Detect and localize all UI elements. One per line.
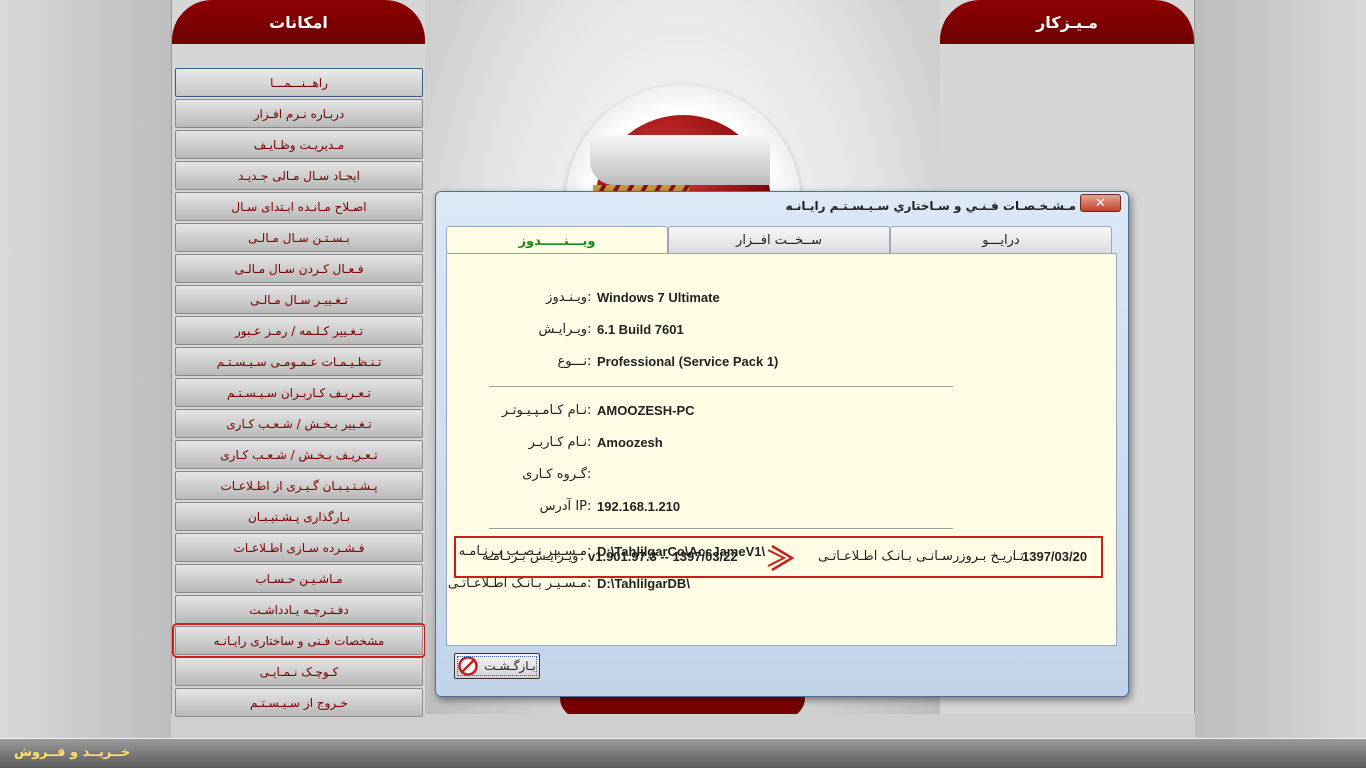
menu-correct-opening-balance[interactable]: اصـلاح مـانـده ابـتدای سـال: [175, 192, 423, 221]
menu-help[interactable]: راهــنـــمـــا: [175, 68, 423, 97]
menu-change-branch[interactable]: تـغـییر بـخـش / شـعـب کـاری: [175, 409, 423, 438]
row-db-path: مـسـیـر بـانـک اطـلاعـاتـی : D:\Tahlilga…: [447, 576, 690, 591]
row-user-name: نـام کـاربـر : Amoozesh: [447, 435, 1118, 453]
tab-drive[interactable]: درایـــو: [890, 226, 1112, 254]
desktop-title: مـیـزکار: [940, 0, 1194, 44]
menu-activate-fiscal-year[interactable]: فـعـال کـردن سـال مـالـی: [175, 254, 423, 283]
facilities-menu: راهــنـــمـــا دربـاره نـرم افـزار مـدیر…: [172, 68, 426, 719]
menu-change-fiscal-year[interactable]: تـغـییـر سـال مـالـی: [175, 285, 423, 314]
menu-new-fiscal-year[interactable]: ایجـاد سـال مـالی جـدیـد: [175, 161, 423, 190]
computer-name-value: AMOOZESH-PC: [597, 403, 695, 418]
tab-strip: ویـــنـــــدوز ســخــت افــزار درایـــو: [446, 226, 1112, 256]
version-info-box: ویـرایـش بـرنـامـه : v1.901.97.3 -- 1397…: [454, 536, 1103, 578]
facilities-panel: امکانات راهــنـــمـــا دربـاره نـرم افـز…: [171, 0, 426, 717]
ip-label: IP آدرس: [539, 499, 587, 514]
row-version: ویـرایـش : 6.1 Build 7601: [447, 322, 1118, 340]
close-button[interactable]: ✕: [1080, 194, 1121, 212]
menu-define-users[interactable]: تـعـریـف کـاربـران سـیـسـتـم: [175, 378, 423, 407]
bottom-bar: خــریــد و فــروش: [0, 738, 1366, 768]
user-name-value: Amoozesh: [597, 435, 663, 450]
menu-notepad[interactable]: دفـتـرچـه یـادداشـت: [175, 595, 423, 624]
menu-minimize[interactable]: کـوچـک نـمـایـی: [175, 657, 423, 686]
module-name: خــریــد و فــروش: [14, 745, 131, 760]
divider: [489, 528, 953, 529]
chevron-right-icon: [767, 544, 795, 572]
menu-compress-data[interactable]: فـشـرده سـازی اطـلاعـات: [175, 533, 423, 562]
type-value: Professional (Service Pack 1): [597, 354, 779, 369]
version-label: ویـرایـش: [538, 322, 588, 337]
db-path-label: مـسـیـر بـانـک اطـلاعـاتـی: [447, 576, 587, 591]
workgroup-label: گـروه کـاری: [522, 467, 587, 482]
menu-exit[interactable]: خـروج از سـیـسـتـم: [175, 688, 423, 717]
system-specs-dialog: مـشـخـصـات فـنـي و سـاختاري سـيـسـتـم را…: [435, 191, 1129, 697]
tab-hardware[interactable]: ســخــت افــزار: [668, 226, 890, 254]
row-windows: ویـنـدوز : Windows 7 Ultimate: [447, 290, 1118, 308]
menu-task-manager[interactable]: مـدیریـت وظـایـف: [175, 130, 423, 159]
tab-windows[interactable]: ویـــنـــــدوز: [446, 226, 668, 256]
windows-value: Windows 7 Ultimate: [597, 290, 720, 305]
background-right: [1195, 0, 1366, 738]
company-logo-bar: [590, 135, 770, 185]
back-button[interactable]: بـازگـشـت: [454, 653, 540, 679]
tab-content-windows: ویـنـدوز : Windows 7 Ultimate ویـرایـش :…: [446, 253, 1117, 646]
app-version-label: ویـرایـش بـرنـامـه: [482, 549, 579, 564]
menu-close-fiscal-year[interactable]: بـسـتـن سـال مـالـی: [175, 223, 423, 252]
app-version-value: v1.901.97.3 -- 1397/03/22: [588, 549, 738, 564]
row-computer-name: نـام کـامـپـیـوتـر : AMOOZESH-PC: [447, 403, 1118, 421]
db-update-label: تـاریـخ بـروزرسـانـی بـانـک اطـلاعـاتـی: [818, 549, 1025, 564]
row-ip: IP آدرس : 192.168.1.210: [447, 499, 1118, 517]
menu-define-branch[interactable]: تـعـریـف بـخـش / شـعـب کـاری: [175, 440, 423, 469]
db-path-value: D:\TahlilgarDB\: [597, 576, 690, 591]
ip-value: 192.168.1.210: [597, 499, 681, 514]
menu-about[interactable]: دربـاره نـرم افـزار: [175, 99, 423, 128]
back-button-label: بـازگـشـت: [484, 659, 536, 673]
menu-backup[interactable]: پـشـتـیـبـان گـیـری از اطـلاعـات: [175, 471, 423, 500]
dialog-title: مـشـخـصـات فـنـي و سـاختاري سـيـسـتـم را…: [785, 199, 1076, 213]
menu-change-password[interactable]: تـغـییر کـلـمه / رمـز عـبور: [175, 316, 423, 345]
no-entry-icon: [458, 656, 478, 676]
row-workgroup: گـروه کـاری :: [447, 467, 1118, 485]
background-left: [0, 0, 171, 738]
user-name-label: نـام کـاربـر: [528, 435, 587, 450]
menu-restore-backup[interactable]: بـارگذاری پـشـتیـبـان: [175, 502, 423, 531]
menu-calculator[interactable]: مـاشـیـن حـسـاب: [175, 564, 423, 593]
type-label: نـــوع: [557, 354, 587, 369]
menu-general-settings[interactable]: تـنـظـیـمـات عـمـومـی سـیـسـتـم: [175, 347, 423, 376]
version-value: 6.1 Build 7601: [597, 322, 684, 337]
windows-label: ویـنـدوز: [546, 290, 587, 305]
computer-name-label: نـام کـامـپـیـوتـر: [501, 403, 587, 418]
db-update-value: 1397/03/20: [1022, 549, 1088, 564]
row-type: نـــوع : Professional (Service Pack 1): [447, 354, 1118, 372]
menu-system-specs[interactable]: مشخصات فـنی و ساختاری رایـانـه: [172, 623, 426, 658]
facilities-title: امکانات: [172, 0, 425, 44]
divider: [489, 386, 953, 387]
